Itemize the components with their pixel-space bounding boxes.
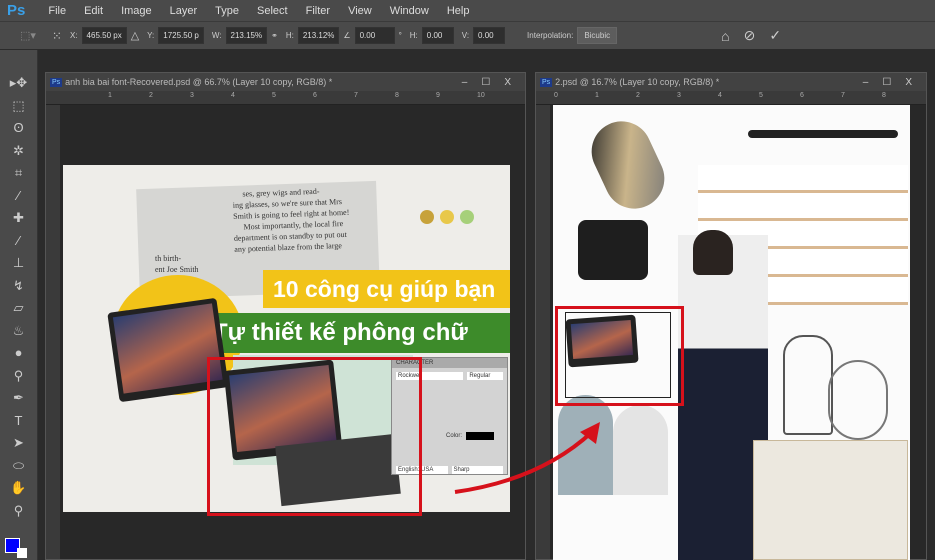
red-arrow (454, 430, 594, 494)
arrow-overlay (454, 422, 600, 494)
